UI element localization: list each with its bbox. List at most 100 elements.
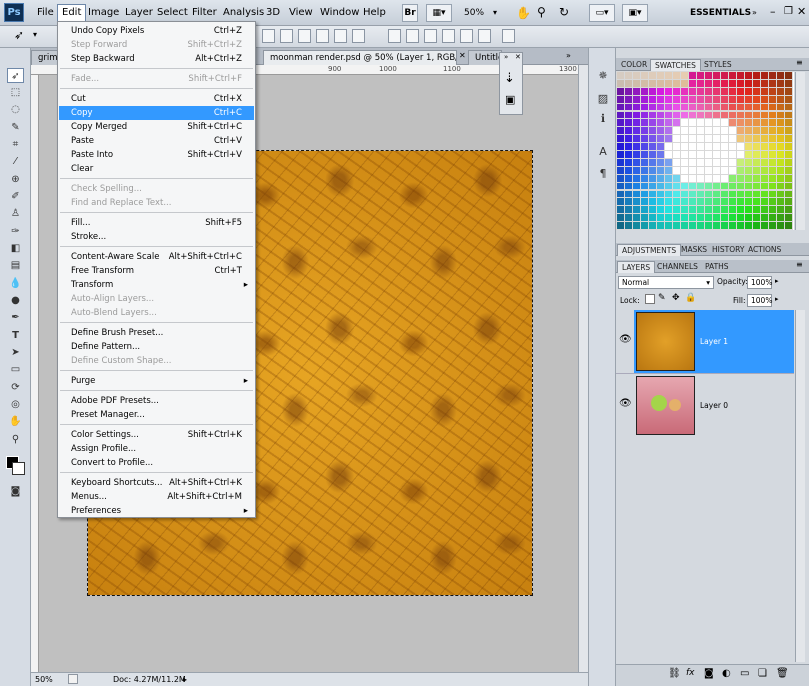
zoom-tool-icon[interactable]: ⚲ (537, 4, 546, 20)
swatch[interactable] (616, 134, 625, 144)
swatch[interactable] (720, 134, 729, 144)
menu-item-purge[interactable]: Purge ▸ (59, 374, 254, 388)
swatch[interactable] (688, 118, 697, 128)
swatch[interactable] (776, 197, 785, 207)
swatch[interactable] (784, 173, 793, 183)
swatch[interactable] (704, 221, 713, 230)
swatch[interactable] (656, 142, 665, 151)
swatch[interactable] (688, 102, 697, 112)
swatch[interactable] (712, 118, 721, 128)
swatch[interactable] (696, 142, 705, 151)
swatch[interactable] (768, 78, 777, 88)
swatch[interactable] (616, 102, 625, 112)
swatch[interactable] (784, 126, 793, 136)
swatch[interactable] (768, 126, 777, 136)
group-icon[interactable]: ▭ (740, 668, 749, 679)
panel-menu-icon[interactable]: ≡ (796, 58, 803, 67)
swatch[interactable] (624, 110, 633, 120)
menu-item-paste[interactable]: Paste Ctrl+V (59, 134, 254, 148)
swatch[interactable] (712, 165, 721, 175)
swatch[interactable] (712, 78, 721, 88)
swatch[interactable] (712, 142, 721, 151)
lock-position-icon[interactable]: ✥ (672, 293, 680, 303)
swatch[interactable] (688, 189, 697, 199)
layer-row-layer-0[interactable]: 👁 Layer 0 (616, 373, 794, 436)
swatch[interactable] (696, 126, 705, 136)
swatch[interactable] (632, 102, 641, 112)
swatch[interactable] (776, 213, 785, 223)
swatch[interactable] (656, 165, 665, 175)
background-color-swatch[interactable] (12, 462, 25, 475)
usb-icon[interactable]: ⇣ (504, 71, 515, 86)
opacity-input[interactable]: 100% (747, 276, 772, 289)
swatch[interactable] (688, 71, 697, 80)
swatch[interactable] (696, 221, 705, 230)
swatches-scrollbar[interactable] (795, 72, 805, 230)
swatch[interactable] (664, 110, 673, 120)
swatch[interactable] (736, 102, 745, 112)
swatch[interactable] (688, 197, 697, 207)
swatch[interactable] (720, 94, 729, 104)
navigator-icon[interactable]: ✵ (595, 68, 611, 84)
distribute-bottom-icon[interactable] (424, 29, 437, 43)
swatch[interactable] (696, 71, 705, 80)
swatches-grid[interactable] (616, 71, 794, 230)
swatch[interactable] (696, 165, 705, 175)
swatch[interactable] (784, 181, 793, 191)
layer-style-icon[interactable]: fx (686, 668, 695, 678)
swatch[interactable] (760, 173, 769, 183)
swatch[interactable] (752, 118, 761, 128)
swatch[interactable] (760, 189, 769, 199)
layer-name[interactable]: Layer 0 (700, 401, 728, 410)
swatch[interactable] (704, 173, 713, 183)
menu-item-copy[interactable]: Copy Ctrl+C (59, 106, 254, 120)
swatch[interactable] (752, 126, 761, 136)
swatch[interactable] (712, 134, 721, 144)
swatch[interactable] (624, 165, 633, 175)
fill-input[interactable]: 100% (747, 294, 772, 307)
swatch[interactable] (704, 150, 713, 159)
swatch[interactable] (680, 189, 689, 199)
swatch[interactable] (640, 173, 649, 183)
swatch[interactable] (704, 118, 713, 128)
swatch[interactable] (616, 157, 625, 167)
info-icon[interactable]: ℹ (595, 111, 611, 127)
swatch[interactable] (752, 205, 761, 215)
swatch[interactable] (704, 102, 713, 112)
swatch[interactable] (760, 71, 769, 80)
swatch[interactable] (752, 213, 761, 223)
swatch[interactable] (704, 110, 713, 120)
swatch[interactable] (776, 221, 785, 230)
swatch[interactable] (672, 94, 681, 104)
swatch[interactable] (712, 102, 721, 112)
swatch[interactable] (728, 189, 737, 199)
swatch[interactable] (616, 189, 625, 199)
swatch[interactable] (752, 110, 761, 120)
swatch[interactable] (680, 165, 689, 175)
swatch[interactable] (640, 189, 649, 199)
swatch[interactable] (624, 126, 633, 136)
swatch[interactable] (688, 165, 697, 175)
fill-slider-icon[interactable]: ▸ (775, 295, 779, 303)
swatch[interactable] (752, 134, 761, 144)
eye-icon[interactable]: 👁 (619, 334, 632, 345)
swatch[interactable] (640, 71, 649, 80)
swatch[interactable] (784, 71, 793, 80)
swatch[interactable] (672, 173, 681, 183)
swatch[interactable] (696, 173, 705, 183)
swatch[interactable] (624, 181, 633, 191)
swatch[interactable] (728, 173, 737, 183)
swatch[interactable] (648, 213, 657, 223)
swatch[interactable] (768, 157, 777, 167)
align-bottom-icon[interactable] (298, 29, 311, 43)
swatch[interactable] (744, 157, 753, 167)
swatch[interactable] (656, 173, 665, 183)
menu-image[interactable]: Image (84, 5, 123, 21)
swatch[interactable] (664, 165, 673, 175)
swatch[interactable] (672, 205, 681, 215)
swatch[interactable] (752, 86, 761, 96)
swatch[interactable] (672, 221, 681, 230)
swatch[interactable] (624, 142, 633, 151)
swatch[interactable] (776, 205, 785, 215)
swatch[interactable] (648, 126, 657, 136)
